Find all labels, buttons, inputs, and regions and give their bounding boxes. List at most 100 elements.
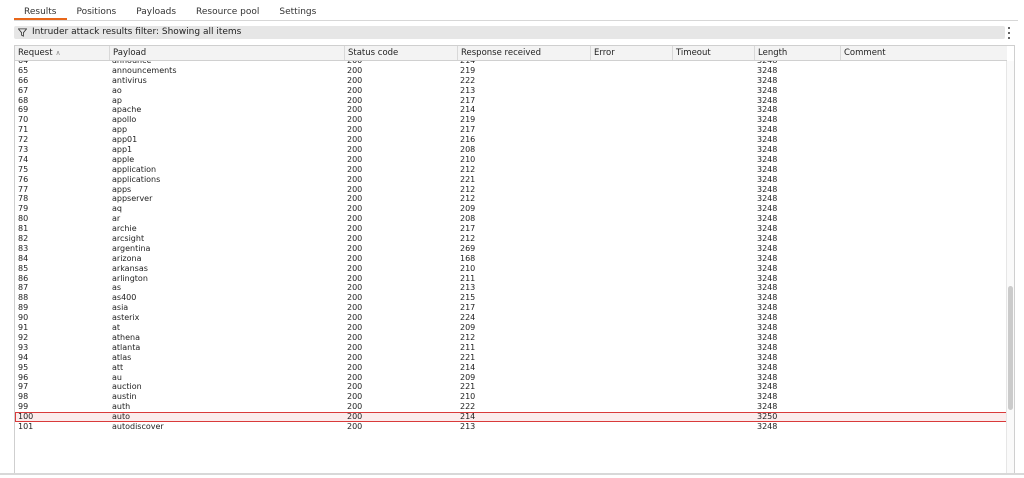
cell-comment <box>840 185 1007 195</box>
cell-payload: auto <box>112 412 131 422</box>
cell-payload: arcsight <box>112 234 145 244</box>
table-row[interactable]: 94 atlas 200 221 3248 <box>15 353 1007 363</box>
cell-status: 200 <box>347 392 363 402</box>
table-row[interactable]: 68 ap 200 217 3248 <box>15 96 1007 106</box>
cell-response: 212 <box>460 234 476 244</box>
cell-request: 85 <box>18 263 29 273</box>
table-row[interactable]: 97 auction 200 221 3248 <box>15 382 1007 392</box>
cell-comment <box>840 373 1007 383</box>
vertical-scrollbar[interactable] <box>1006 61 1014 473</box>
table-row[interactable]: 82 arcsight 200 212 3248 <box>15 234 1007 244</box>
cell-length: 3248 <box>757 154 778 164</box>
column-header-timeout[interactable]: Timeout <box>672 46 754 60</box>
cell-length: 3248 <box>757 214 778 224</box>
cell-timeout <box>672 165 754 175</box>
cell-payload: au <box>112 372 122 382</box>
cell-response: 217 <box>460 224 476 234</box>
cell-comment <box>840 293 1007 303</box>
table-row[interactable]: 71 app 200 217 3248 <box>15 125 1007 135</box>
table-row[interactable]: 86 arlington 200 211 3248 <box>15 274 1007 284</box>
table-row[interactable]: 66 antivirus 200 222 3248 <box>15 76 1007 86</box>
cell-response: 210 <box>460 263 476 273</box>
cell-timeout <box>672 283 754 293</box>
cell-timeout <box>672 422 754 432</box>
cell-status: 200 <box>347 253 363 263</box>
table-row[interactable]: 90 asterix 200 224 3248 <box>15 313 1007 323</box>
cell-error <box>590 343 672 353</box>
cell-length: 3248 <box>757 372 778 382</box>
table-row[interactable]: 95 att 200 214 3248 <box>15 363 1007 373</box>
tab-results[interactable]: Results <box>14 4 67 20</box>
cell-response: 209 <box>460 323 476 333</box>
table-row[interactable]: 91 at 200 209 3248 <box>15 323 1007 333</box>
table-row[interactable]: 92 athena 200 212 3248 <box>15 333 1007 343</box>
table-row[interactable]: 67 ao 200 213 3248 <box>15 86 1007 96</box>
cell-timeout <box>672 175 754 185</box>
cell-request: 91 <box>18 323 29 333</box>
cell-status: 200 <box>347 342 363 352</box>
table-row[interactable]: 83 argentina 200 269 3248 <box>15 244 1007 254</box>
table-row[interactable]: 87 as 200 213 3248 <box>15 283 1007 293</box>
table-row[interactable]: 88 as400 200 215 3248 <box>15 293 1007 303</box>
cell-request: 69 <box>18 105 29 115</box>
cell-payload: applications <box>112 174 161 184</box>
table-row[interactable]: 65 announcements 200 219 3248 <box>15 66 1007 76</box>
tab-payloads[interactable]: Payloads <box>126 4 186 20</box>
table-row[interactable]: 77 apps 200 212 3248 <box>15 185 1007 195</box>
table-row[interactable]: 85 arkansas 200 210 3248 <box>15 264 1007 274</box>
cell-response: 210 <box>460 392 476 402</box>
column-header-response[interactable]: Response received <box>457 46 590 60</box>
funnel-icon <box>18 26 32 39</box>
table-row[interactable]: 74 apple 200 210 3248 <box>15 155 1007 165</box>
table-row[interactable]: 69 apache 200 214 3248 <box>15 105 1007 115</box>
tab-settings[interactable]: Settings <box>269 4 326 20</box>
cell-response: 222 <box>460 75 476 85</box>
table-row[interactable]: 72 app01 200 216 3248 <box>15 135 1007 145</box>
cell-status: 200 <box>347 105 363 115</box>
cell-request: 95 <box>18 362 29 372</box>
tab-positions[interactable]: Positions <box>67 4 127 20</box>
cell-status: 200 <box>347 243 363 253</box>
more-options-icon[interactable] <box>1005 27 1013 39</box>
table-row[interactable]: 70 apollo 200 219 3248 <box>15 115 1007 125</box>
cell-comment <box>840 264 1007 274</box>
table-row[interactable]: 76 applications 200 221 3248 <box>15 175 1007 185</box>
table-row-selected[interactable]: 100 auto 200 214 3250 <box>15 412 1007 422</box>
column-header-payload[interactable]: Payload <box>109 46 344 60</box>
cell-comment <box>840 115 1007 125</box>
scrollbar-thumb[interactable] <box>1008 285 1013 410</box>
cell-response: 211 <box>460 273 476 283</box>
cell-request: 81 <box>18 224 29 234</box>
cell-response: 168 <box>460 253 476 263</box>
results-filter-bar[interactable]: Intruder attack results filter: Showing … <box>14 26 1005 39</box>
cell-timeout <box>672 303 754 313</box>
table-row[interactable]: 99 auth 200 222 3248 <box>15 402 1007 412</box>
table-row[interactable]: 93 atlanta 200 211 3248 <box>15 343 1007 353</box>
cell-comment <box>840 145 1007 155</box>
tab-resource-pool[interactable]: Resource pool <box>186 4 269 20</box>
column-header-status[interactable]: Status code <box>344 46 457 60</box>
table-row[interactable]: 81 archie 200 217 3248 <box>15 224 1007 234</box>
cell-status: 200 <box>347 362 363 372</box>
table-row[interactable]: 101 autodiscover 200 213 3248 <box>15 422 1007 432</box>
table-row[interactable]: 73 app1 200 208 3248 <box>15 145 1007 155</box>
cell-error <box>590 204 672 214</box>
column-header-length[interactable]: Length <box>754 46 840 60</box>
column-header-error[interactable]: Error <box>590 46 672 60</box>
column-header-request[interactable]: Request ∧ <box>15 46 109 60</box>
table-row[interactable]: 75 application 200 212 3248 <box>15 165 1007 175</box>
table-row[interactable]: 98 austin 200 210 3248 <box>15 392 1007 402</box>
table-row[interactable]: 84 arizona 200 168 3248 <box>15 254 1007 264</box>
cell-timeout <box>672 343 754 353</box>
table-row[interactable]: 96 au 200 209 3248 <box>15 373 1007 383</box>
cell-response: 217 <box>460 95 476 105</box>
cell-payload: arizona <box>112 253 142 263</box>
cell-response: 208 <box>460 214 476 224</box>
column-header-comment[interactable]: Comment <box>840 46 1007 60</box>
table-row[interactable]: 89 asia 200 217 3248 <box>15 303 1007 313</box>
table-row[interactable]: 79 aq 200 209 3248 <box>15 204 1007 214</box>
cell-payload: auth <box>112 402 131 412</box>
table-row[interactable]: 80 ar 200 208 3248 <box>15 214 1007 224</box>
cell-error <box>590 293 672 303</box>
table-row[interactable]: 78 appserver 200 212 3248 <box>15 194 1007 204</box>
